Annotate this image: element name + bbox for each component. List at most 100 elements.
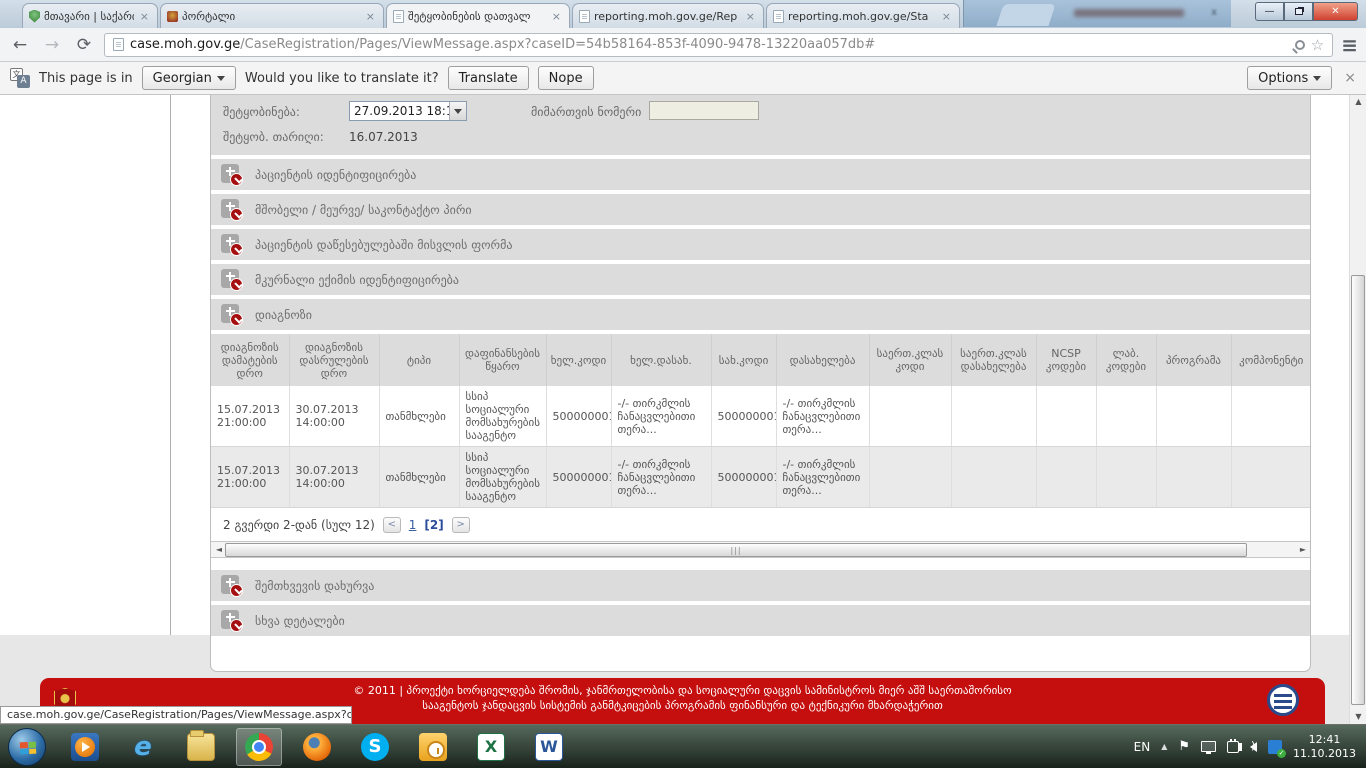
language-dropdown[interactable]: Georgian <box>142 66 236 90</box>
section-parent-guardian[interactable]: მშობელი / მეურვე/ საკონტაქტო პირი <box>211 194 1310 225</box>
url-text[interactable]: case.moh.gov.ge/CaseRegistration/Pages/V… <box>130 37 1289 52</box>
restore-button[interactable] <box>1284 2 1313 21</box>
taskbar-chrome-active[interactable] <box>236 728 282 766</box>
section-diagnosis[interactable]: დიაგნოზი <box>211 299 1310 330</box>
next-page-button[interactable]: > <box>452 517 470 533</box>
tab-reporting-rep[interactable]: reporting.moh.gov.ge/Rep × <box>572 3 764 28</box>
taskbar-firefox[interactable] <box>294 728 340 766</box>
back-button[interactable]: ← <box>8 35 32 55</box>
tab-close-icon[interactable]: × <box>364 10 377 23</box>
expand-plus-icon[interactable] <box>221 269 243 291</box>
column-header[interactable]: დაფინანსების წყარო <box>459 334 546 386</box>
browser-vertical-scrollbar[interactable]: ▲ ▼ <box>1349 95 1366 724</box>
page-icon <box>579 10 590 23</box>
translate-button[interactable]: Translate <box>448 66 529 90</box>
start-button[interactable] <box>8 728 46 766</box>
section-case-closure[interactable]: შემთხვევის დახურვა <box>211 570 1310 601</box>
dropdown-button[interactable] <box>449 102 466 120</box>
scroll-up-arrow-icon[interactable]: ▲ <box>1350 95 1366 109</box>
column-header[interactable]: დიაგნოზის დამატების დრო <box>211 334 289 386</box>
column-header[interactable]: ლაბ. კოდები <box>1096 334 1156 386</box>
page-1-link[interactable]: 1 <box>409 518 417 532</box>
background-window-fragment[interactable]: x <box>963 0 1231 27</box>
tab-close-icon[interactable]: × <box>744 10 757 23</box>
table-cell <box>869 447 951 508</box>
column-header[interactable]: საერთ.კლას კოდი <box>869 334 951 386</box>
zoom-magnifier-icon[interactable] <box>1295 40 1305 50</box>
column-header[interactable]: ხელ.კოდი <box>546 334 611 386</box>
column-header[interactable]: სახ.კოდი <box>711 334 776 386</box>
translate-icon: 文A <box>10 68 30 88</box>
usaid-seal-icon <box>1267 684 1299 716</box>
taskbar-media-player[interactable] <box>62 728 108 766</box>
taskbar-internet-explorer[interactable]: e <box>120 728 166 766</box>
column-header[interactable]: დასახელება <box>776 334 869 386</box>
column-header[interactable]: კომპონენტი <box>1231 334 1311 386</box>
column-header[interactable]: საერთ.კლას დასახელება <box>951 334 1036 386</box>
prev-page-button[interactable]: < <box>383 517 401 533</box>
table-horizontal-scrollbar[interactable]: ◄ ||| ► <box>211 541 1311 558</box>
translate-bar-close-icon[interactable]: × <box>1344 70 1356 86</box>
action-center-flag-icon[interactable]: ⚑ <box>1178 739 1190 754</box>
expand-plus-icon[interactable] <box>221 610 243 632</box>
taskbar-word[interactable]: W <box>526 728 572 766</box>
section-patient-identification[interactable]: პაციენტის იდენტიფიცირება <box>211 159 1310 190</box>
clock[interactable]: 12:41 11.10.2013 <box>1293 733 1356 761</box>
address-bar[interactable]: case.moh.gov.ge/CaseRegistration/Pages/V… <box>104 33 1333 57</box>
column-header[interactable]: დიაგნოზის დასრულების დრო <box>289 334 379 386</box>
message-date-dropdown[interactable]: 27.09.2013 18:14 <box>349 101 467 121</box>
scroll-left-arrow-icon[interactable]: ◄ <box>213 544 225 556</box>
spacer <box>211 558 1310 566</box>
table-row: 15.07.2013 21:00:0030.07.2013 14:00:00თა… <box>211 386 1311 447</box>
column-header[interactable]: ხელ.დასახ. <box>611 334 711 386</box>
network-icon[interactable] <box>1201 741 1216 752</box>
expand-plus-icon[interactable] <box>221 304 243 326</box>
taskbar-windows-explorer[interactable] <box>178 728 224 766</box>
red-check-badge-icon <box>230 208 243 221</box>
vscroll-thumb[interactable] <box>1351 275 1365 705</box>
taskbar-outlook[interactable] <box>410 728 456 766</box>
expand-plus-icon[interactable] <box>221 164 243 186</box>
close-button[interactable]: ✕ <box>1313 2 1358 21</box>
tab-mtavari[interactable]: მთავარი | საქართველო × <box>22 3 158 28</box>
tab-close-icon[interactable]: × <box>940 10 953 23</box>
scroll-right-arrow-icon[interactable]: ► <box>1297 544 1309 556</box>
remove-hardware-icon[interactable] <box>1227 741 1239 753</box>
table-cell <box>1036 386 1096 447</box>
taskbar-excel[interactable]: X <box>468 728 514 766</box>
section-other-details[interactable]: სხვა დეტალები <box>211 605 1310 636</box>
tab-close-icon[interactable]: × <box>550 10 563 23</box>
section-doctor-identification[interactable]: მკურნალი ექიმის იდენტიფიცირება <box>211 264 1310 295</box>
tab-portali[interactable]: პორტალი × <box>160 3 384 28</box>
tab-close-icon[interactable]: × <box>138 10 151 23</box>
table-cell <box>951 386 1036 447</box>
referral-number-input[interactable] <box>649 101 759 120</box>
expand-plus-icon[interactable] <box>221 575 243 597</box>
forward-button[interactable]: → <box>40 35 64 55</box>
expand-plus-icon[interactable] <box>221 234 243 256</box>
background-window-blurred-title <box>1074 9 1184 17</box>
dropbox-icon[interactable] <box>1268 740 1282 754</box>
refresh-button[interactable]: ⟳ <box>72 35 96 55</box>
column-header[interactable]: NCSP კოდები <box>1036 334 1096 386</box>
bookmark-star-icon[interactable]: ☆ <box>1311 36 1324 54</box>
minimize-button[interactable]: — <box>1255 2 1284 21</box>
language-indicator[interactable]: EN <box>1134 740 1151 754</box>
scroll-down-arrow-icon[interactable]: ▼ <box>1350 710 1366 724</box>
tray-expand-arrow-icon[interactable]: ▲ <box>1161 742 1167 751</box>
expand-plus-icon[interactable] <box>221 199 243 221</box>
tab-reporting-sta[interactable]: reporting.moh.gov.ge/Sta × <box>766 3 960 28</box>
clock-date: 11.10.2013 <box>1293 747 1356 761</box>
taskbar-skype[interactable]: S <box>352 728 398 766</box>
hscroll-thumb[interactable]: ||| <box>225 543 1247 557</box>
column-header[interactable]: პროგრამა <box>1156 334 1231 386</box>
chrome-menu-icon[interactable]: ≡ <box>1341 33 1358 57</box>
tab-view-message-active[interactable]: შეტყობინების დათვალ × <box>386 3 570 28</box>
table-cell: 500000001 <box>546 386 611 447</box>
nope-button[interactable]: Nope <box>538 66 594 90</box>
section-visit-form[interactable]: პაციენტის დაწესებულებაში მისვლის ფორმა <box>211 229 1310 260</box>
volume-icon[interactable] <box>1250 742 1257 752</box>
tab-title: reporting.moh.gov.ge/Rep <box>594 10 740 23</box>
options-dropdown[interactable]: Options <box>1247 66 1332 90</box>
column-header[interactable]: ტიპი <box>379 334 459 386</box>
